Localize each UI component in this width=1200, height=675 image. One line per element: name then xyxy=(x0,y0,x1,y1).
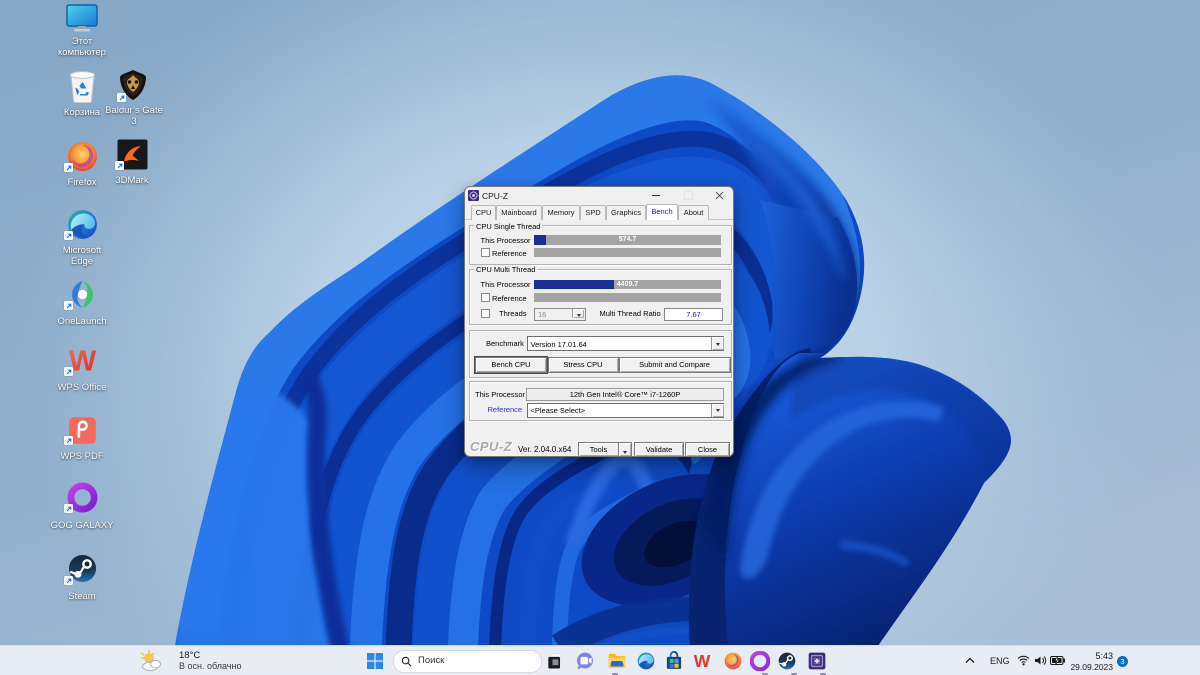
svg-text:W: W xyxy=(69,346,97,376)
svg-text:W: W xyxy=(693,651,710,671)
